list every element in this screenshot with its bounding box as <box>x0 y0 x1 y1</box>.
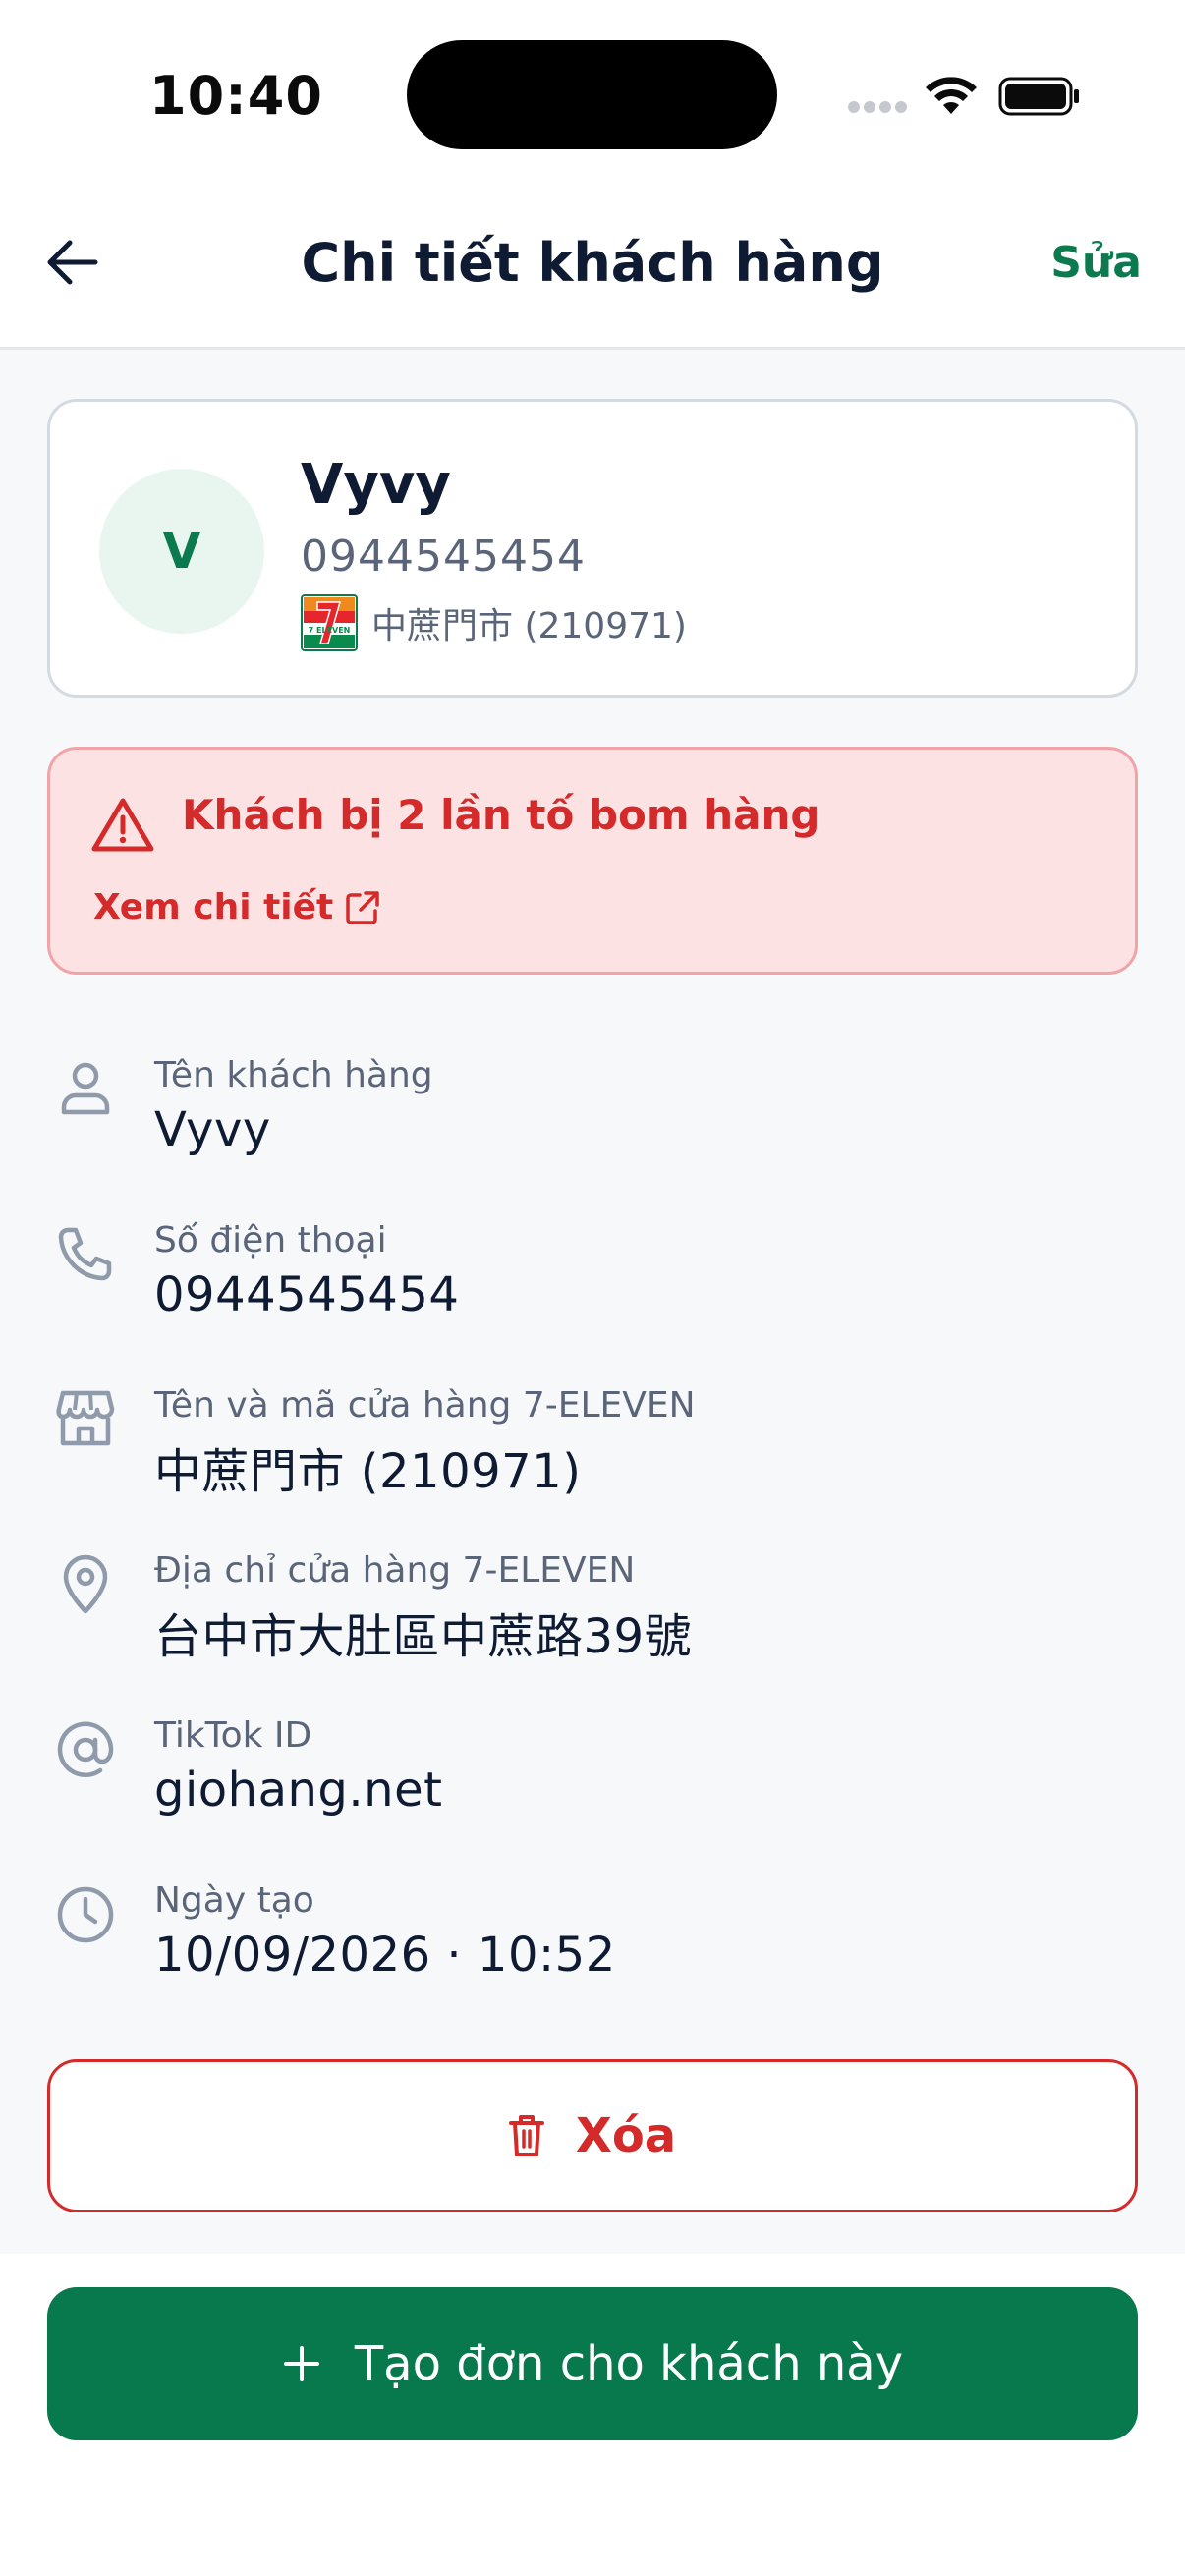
plus-icon <box>283 2346 319 2381</box>
avatar: V <box>99 469 264 634</box>
svg-text:7 ELEVEN: 7 ELEVEN <box>309 626 351 635</box>
warning-triangle-icon <box>91 798 154 852</box>
detail-row-store: Tên và mã cửa hàng 7-ELEVEN 中蔗門市 (210971… <box>47 1377 1138 1515</box>
location-pin-icon <box>51 1554 120 1623</box>
person-icon <box>51 1059 120 1128</box>
external-link-icon <box>346 890 380 924</box>
status-time: 10:40 <box>149 65 323 127</box>
edit-button[interactable]: Sửa <box>1050 238 1142 288</box>
battery-icon <box>998 77 1079 116</box>
navigation-bar: Chi tiết khách hàng Sửa <box>0 187 1185 350</box>
wifi-icon <box>926 77 977 114</box>
customer-name: Vyvy <box>301 453 451 517</box>
bottom-action-bar: Tạo đơn cho khách này <box>0 2254 1185 2576</box>
alert-title: Khách bị 2 lần tố bom hàng <box>182 791 820 839</box>
detail-label: Tên khách hàng <box>154 1055 433 1095</box>
customer-summary-card: V Vyvy 0944545454 7 ELEVEN 中蔗門市 (210971) <box>47 399 1138 698</box>
detail-value: 0944545454 <box>154 1267 460 1322</box>
detail-label: TikTok ID <box>154 1715 312 1756</box>
store-icon <box>51 1389 120 1458</box>
detail-row-phone: Số điện thoại 0944545454 <box>47 1212 1138 1350</box>
view-details-link[interactable]: Xem chi tiết <box>93 887 380 927</box>
create-order-button[interactable]: Tạo đơn cho khách này <box>47 2287 1138 2440</box>
status-bar: 10:40 <box>0 0 1185 187</box>
detail-label: Địa chỉ cửa hàng 7-ELEVEN <box>154 1550 636 1591</box>
dynamic-island <box>407 40 777 149</box>
detail-value: 台中市大肚區中蔗路39號 <box>154 1609 693 1664</box>
detail-value: 中蔗門市 (210971) <box>154 1444 582 1499</box>
view-details-label: Xem chi tiết <box>93 887 334 927</box>
customer-store: 7 ELEVEN 中蔗門市 (210971) <box>301 594 687 651</box>
detail-row-tiktok: TikTok ID giohang.net <box>47 1708 1138 1845</box>
trash-icon <box>508 2115 544 2156</box>
detail-label: Tên và mã cửa hàng 7-ELEVEN <box>154 1385 696 1426</box>
detail-value: giohang.net <box>154 1763 443 1818</box>
customer-store-label: 中蔗門市 (210971) <box>371 606 687 646</box>
main-content: V Vyvy 0944545454 7 ELEVEN 中蔗門市 (210971)… <box>0 350 1185 2254</box>
detail-value: Vyvy <box>154 1102 271 1157</box>
detail-label: Số điện thoại <box>154 1220 387 1260</box>
detail-value: 10/09/2026 · 10:52 <box>154 1928 616 1983</box>
delete-label: Xóa <box>575 2108 677 2163</box>
cellular-signal-icon <box>848 101 907 113</box>
detail-row-store-address: Địa chỉ cửa hàng 7-ELEVEN 台中市大肚區中蔗路39號 <box>47 1542 1138 1680</box>
clock-icon <box>51 1884 120 1953</box>
detail-row-name: Tên khách hàng Vyvy <box>47 1047 1138 1185</box>
create-order-label: Tạo đơn cho khách này <box>354 2336 904 2391</box>
seven-eleven-logo-icon: 7 ELEVEN <box>301 594 358 651</box>
customer-phone: 0944545454 <box>301 532 586 582</box>
page-title: Chi tiết khách hàng <box>301 232 884 294</box>
fraud-alert-banner: Khách bị 2 lần tố bom hàng Xem chi tiết <box>47 747 1138 975</box>
delete-customer-button[interactable]: Xóa <box>47 2059 1138 2212</box>
phone-icon <box>51 1224 120 1293</box>
detail-label: Ngày tạo <box>154 1880 314 1921</box>
at-sign-icon <box>51 1719 120 1788</box>
detail-row-created-at: Ngày tạo 10/09/2026 · 10:52 <box>47 1873 1138 2010</box>
